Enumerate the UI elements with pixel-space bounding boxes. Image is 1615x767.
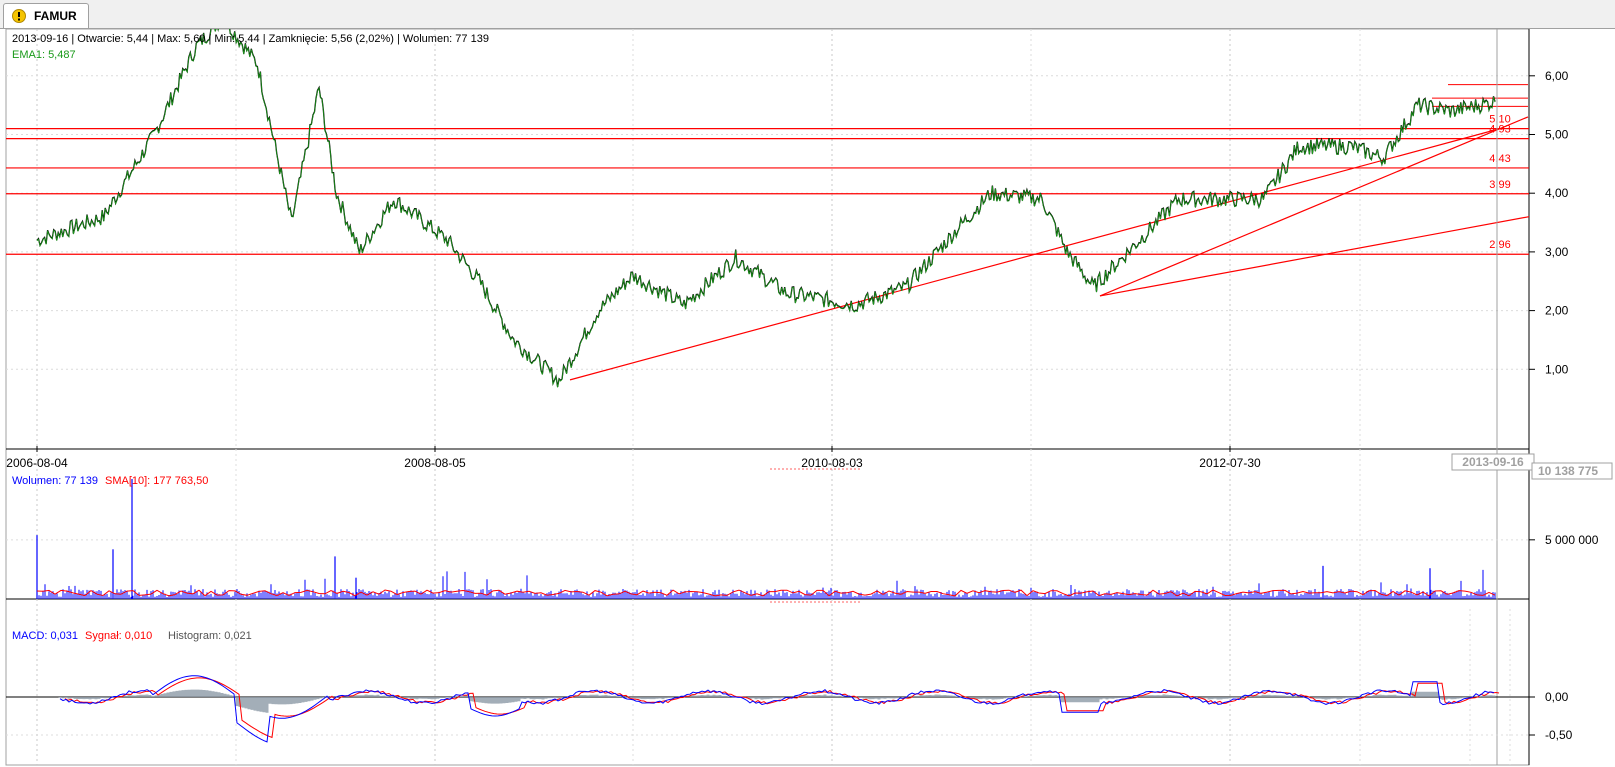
chart-area[interactable]: 2006-08-04 2008-08-05 2010-08-03 2012-07-30… [0, 29, 1615, 767]
macd-line [59, 675, 1495, 743]
y-tick-label: 6,00 [1545, 69, 1569, 83]
warning-icon [12, 9, 26, 23]
sma-line [36, 589, 1496, 597]
ohlc-info-line: 2013-09-16 | Otwarcie: 5,44 | Max: 5,60 … [12, 33, 489, 45]
date-tick-label: 2012-07-30 [1199, 456, 1261, 470]
date-tick-label: 2008-08-05 [404, 456, 466, 470]
y-tick-label: 3,00 [1545, 245, 1569, 259]
price-panel: 2006-08-04 2008-08-05 2010-08-03 2012-07-30… [6, 29, 1569, 765]
ema-label: EMA1: 5,487 [12, 49, 76, 61]
macd-label: MACD: 0,031 [12, 630, 79, 642]
chart-canvas[interactable]: 2006-08-04 2008-08-05 2010-08-03 2012-07-30… [0, 29, 1615, 767]
volume-panel: 5 000 000 10 138 775 [6, 462, 1613, 603]
volume-max-label: 10 138 775 [1538, 464, 1598, 478]
sma-label: SMA[10]: 177 763,50 [105, 475, 209, 487]
y-tick-label: 4,00 [1545, 186, 1569, 200]
ema-series-line [36, 29, 1496, 388]
chart-frame [5, 29, 1530, 766]
price-series-line [36, 29, 1496, 388]
y-tick-label: 1,00 [1545, 362, 1569, 376]
cursor-date-label: 2013-09-16 [1462, 455, 1524, 469]
volume-y-tick-label: 5 000 000 [1545, 533, 1599, 547]
histogram-label: Histogram: 0,021 [168, 630, 252, 642]
volume-bars [36, 569, 1496, 599]
date-tick-label: 2006-08-04 [6, 456, 68, 470]
support-level-label: 2,96 [1489, 239, 1510, 251]
tab-label: FAMUR [34, 9, 77, 23]
trend-line-secondary [1099, 216, 1530, 297]
support-level-label: 3,99 [1489, 179, 1510, 191]
tab-famur[interactable]: FAMUR [3, 3, 89, 28]
y-tick-label: 5,00 [1545, 128, 1569, 142]
macd-y-tick-label: 0,00 [1545, 690, 1569, 704]
y-tick-label: 2,00 [1545, 304, 1569, 318]
signal-label: Sygnał: 0,010 [85, 630, 153, 642]
signal-line [64, 677, 1500, 739]
support-level-label: 4,43 [1489, 153, 1510, 165]
volume-label: Wolumen: 77 139 [12, 475, 99, 487]
date-tick-label: 2010-08-03 [801, 456, 863, 470]
macd-y-tick-label: -0,50 [1545, 728, 1573, 742]
tab-bar: FAMUR [0, 0, 1615, 29]
